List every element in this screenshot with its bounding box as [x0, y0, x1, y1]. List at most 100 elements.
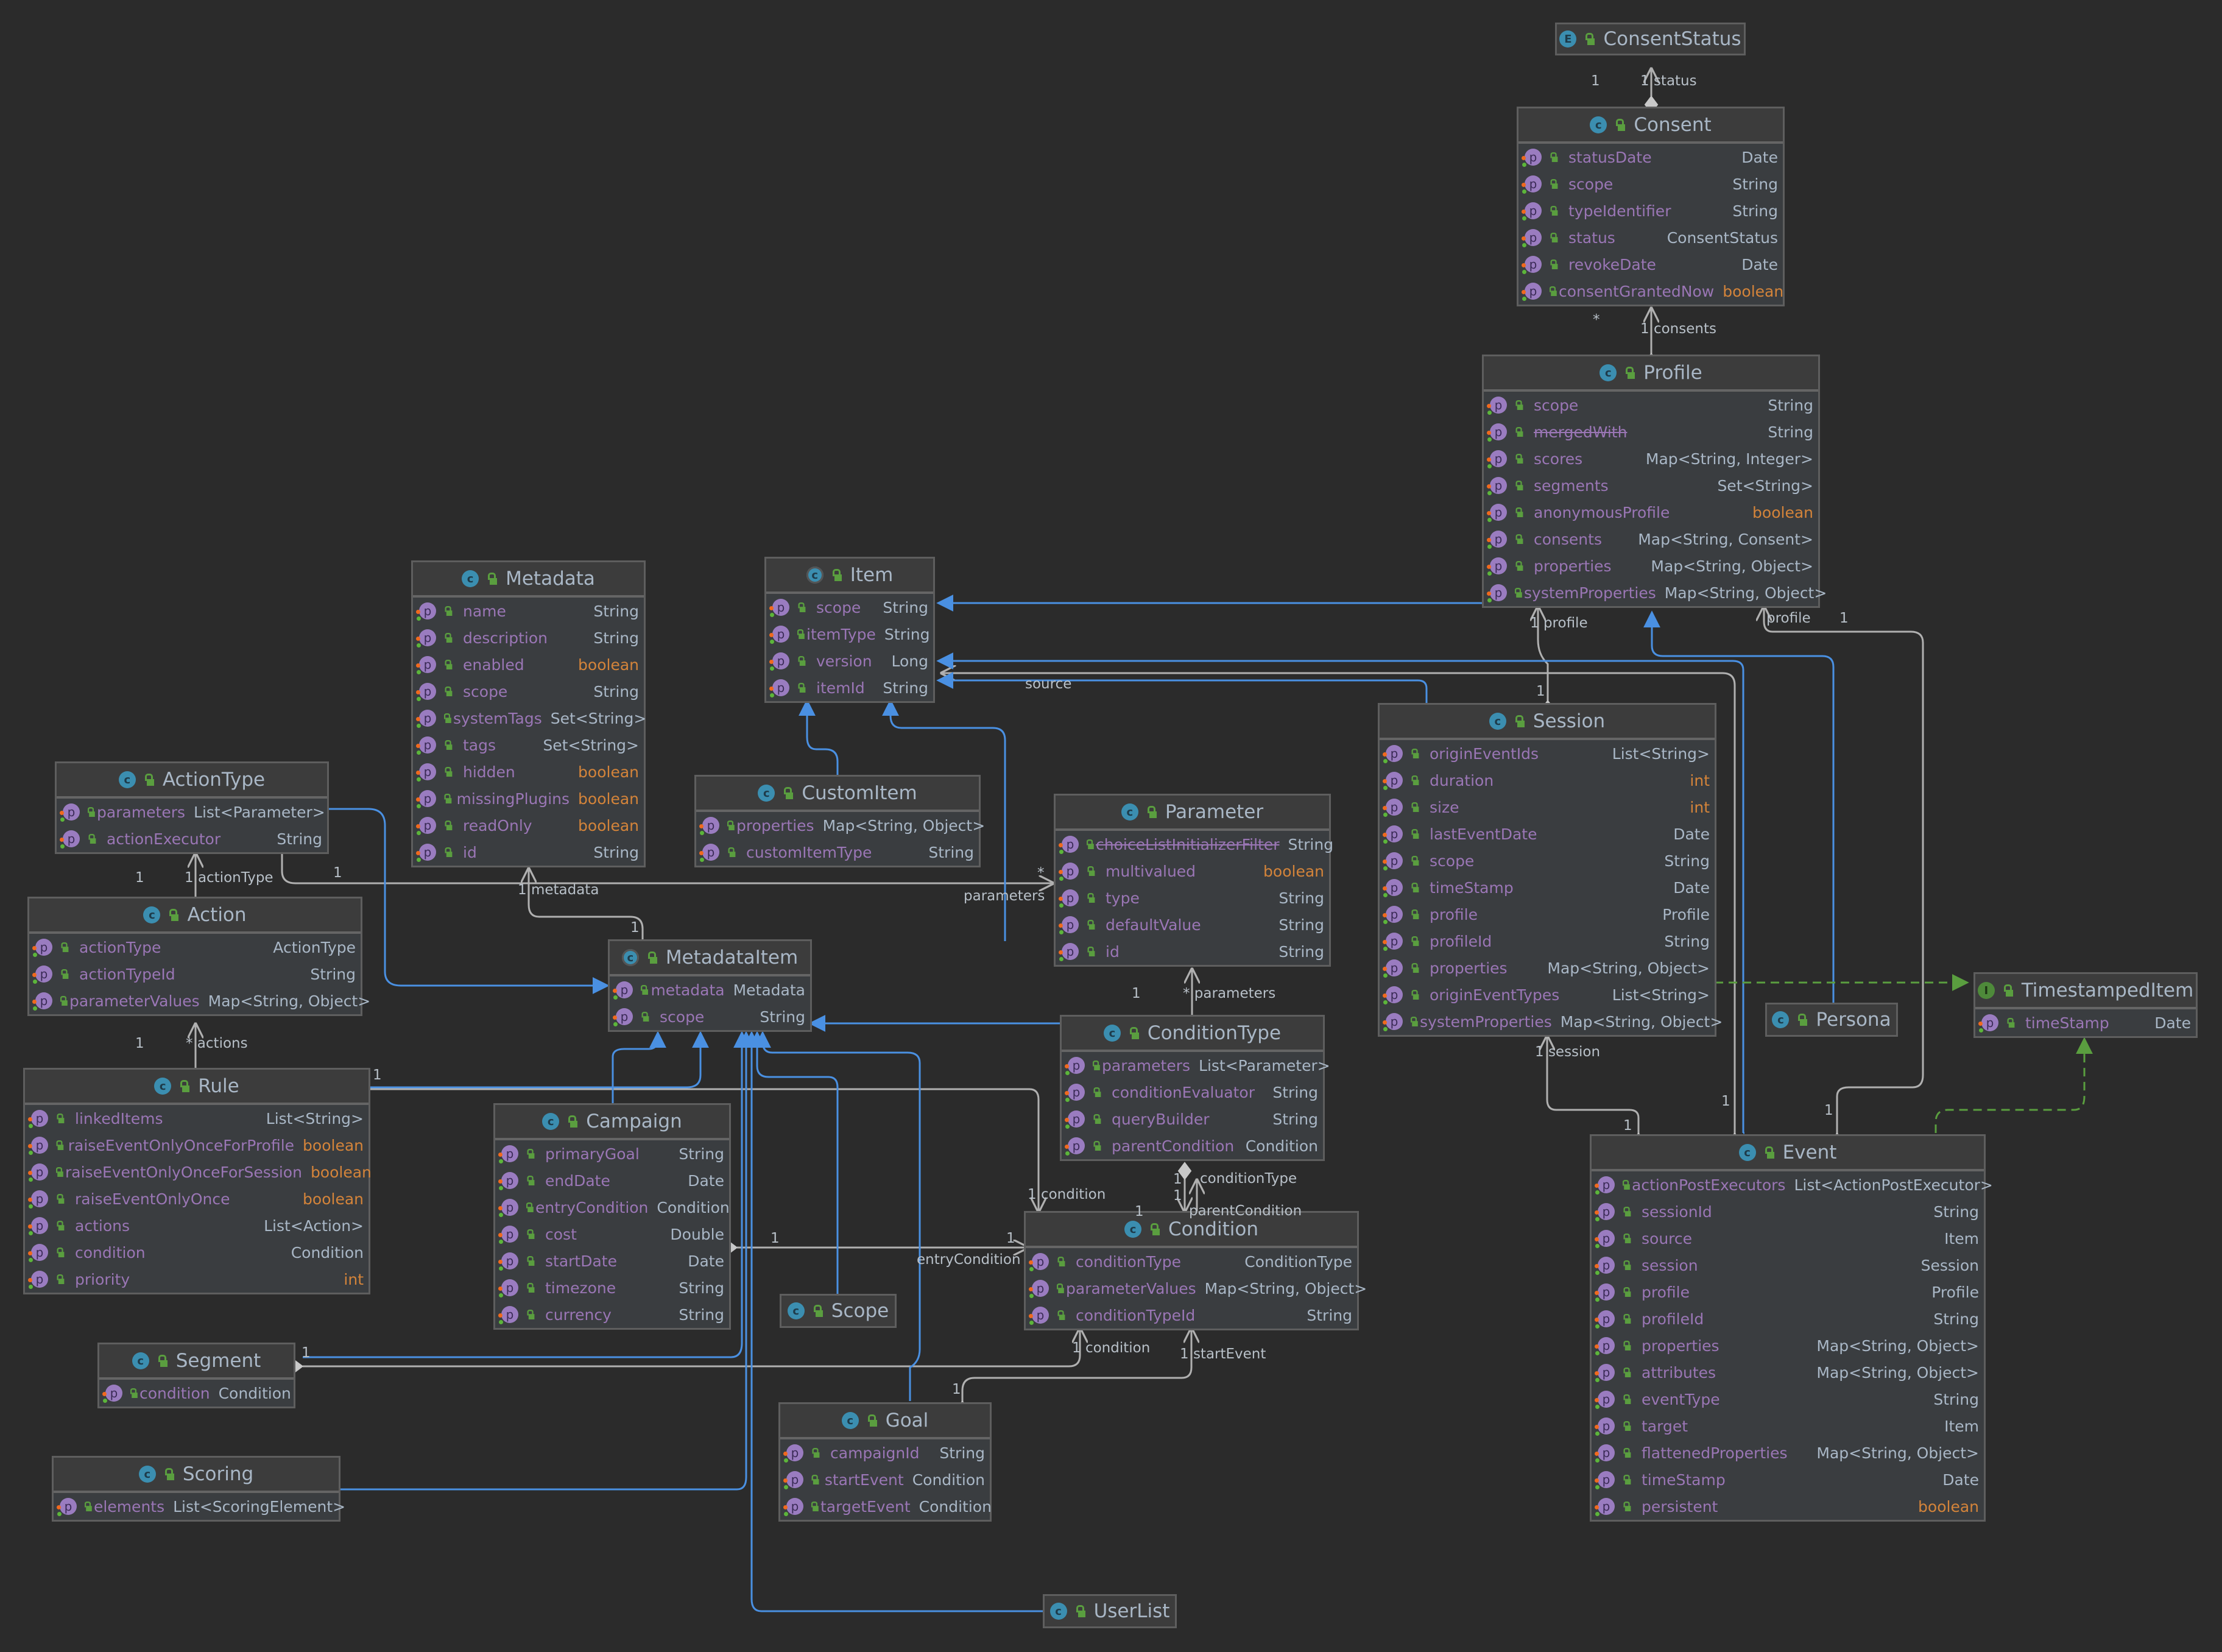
field-row[interactable]: p systemProperties Map<String, Object> — [1380, 1008, 1723, 1035]
field-row[interactable]: p raiseEventOnlyOnceForProfile boolean — [25, 1132, 369, 1159]
field-row[interactable]: p persistent boolean — [1592, 1493, 1984, 1520]
field-row[interactable]: p cost Double — [495, 1221, 729, 1248]
field-row[interactable]: p typeIdentifier String — [1518, 197, 1783, 224]
field-row[interactable]: p source Item — [1592, 1225, 1984, 1252]
field-row[interactable]: p parentCondition Condition — [1062, 1132, 1323, 1159]
field-row[interactable]: p condition Condition — [25, 1239, 369, 1266]
field-row[interactable]: p metadata Metadata — [610, 976, 810, 1003]
class-persona[interactable]: c Persona — [1765, 1003, 1898, 1037]
field-row[interactable]: p originEventIds List<String> — [1380, 740, 1715, 767]
field-row[interactable]: p size int — [1380, 794, 1715, 821]
field-row[interactable]: p customItemType String — [696, 839, 979, 866]
class-segment[interactable]: c Segment p condition Condition — [97, 1343, 295, 1408]
field-row[interactable]: p priority int — [25, 1266, 369, 1293]
field-row[interactable]: p lastEventDate Date — [1380, 821, 1715, 847]
field-row[interactable]: p scores Map<String, Integer> — [1484, 445, 1818, 472]
field-row[interactable]: p consents Map<String, Consent> — [1484, 526, 1818, 552]
field-row[interactable]: p properties Map<String, Object> — [1380, 955, 1715, 981]
field-row[interactable]: p scope String — [1380, 847, 1715, 874]
field-row[interactable]: p startEvent Condition — [780, 1466, 990, 1493]
class-item[interactable]: c Item p scope String p itemType String p versio… — [764, 557, 935, 703]
field-row[interactable]: p flattenedProperties Map<String, Object> — [1592, 1439, 1984, 1466]
class-session[interactable]: c Session p originEventIds List<String> p dur… — [1378, 703, 1723, 1037]
field-row[interactable]: p raiseEventOnlyOnceForSession boolean — [25, 1159, 372, 1185]
field-row[interactable]: p mergedWith String — [1484, 418, 1818, 445]
field-row[interactable]: p parameters List<Parameter> — [1062, 1052, 1330, 1079]
field-row[interactable]: p target Item — [1592, 1413, 1984, 1439]
field-row[interactable]: p campaignId String — [780, 1439, 990, 1466]
class-timestampeditem[interactable]: I TimestampedItem p timeStamp Date — [1973, 972, 2198, 1038]
field-row[interactable]: p originEventTypes List<String> — [1380, 981, 1715, 1008]
field-row[interactable]: p actionExecutor String — [57, 825, 327, 852]
field-row[interactable]: p profile Profile — [1592, 1279, 1984, 1305]
class-parameter[interactable]: c Parameter p choiceListInitializerFilter S… — [1054, 794, 1333, 967]
class-consent[interactable]: c Consent p statusDate Date p scope String p typ… — [1517, 107, 1785, 306]
field-row[interactable]: p timeStamp Date — [1975, 1009, 2196, 1036]
field-row[interactable]: p hidden boolean — [413, 758, 644, 785]
field-row[interactable]: p choiceListInitializerFilter String — [1056, 831, 1333, 858]
field-row[interactable]: p enabled boolean — [413, 651, 644, 678]
field-row[interactable]: p scope String — [413, 678, 644, 705]
field-row[interactable]: p scope String — [610, 1003, 810, 1030]
field-row[interactable]: p parameterValues Map<String, Object> — [1026, 1275, 1367, 1302]
field-row[interactable]: p properties Map<String, Object> — [1592, 1332, 1984, 1359]
field-row[interactable]: p scope String — [1518, 171, 1783, 197]
field-row[interactable]: p status ConsentStatus — [1518, 224, 1783, 251]
class-condition[interactable]: c Condition p conditionType ConditionType p p… — [1024, 1211, 1367, 1330]
field-row[interactable]: p entryCondition Condition — [495, 1194, 730, 1221]
class-metadata[interactable]: c Metadata p name String p description String p… — [411, 560, 646, 867]
field-row[interactable]: p missingPlugins boolean — [413, 785, 644, 812]
field-row[interactable]: p sessionId String — [1592, 1198, 1984, 1225]
class-scoring[interactable]: c Scoring p elements List<ScoringElement> — [52, 1456, 345, 1522]
field-row[interactable]: p anonymousProfile boolean — [1484, 499, 1818, 526]
field-row[interactable]: p timeStamp Date — [1380, 874, 1715, 901]
field-row[interactable]: p targetEvent Condition — [780, 1493, 992, 1520]
field-row[interactable]: p primaryGoal String — [495, 1140, 729, 1167]
class-userlist[interactable]: c UserList — [1043, 1594, 1177, 1628]
field-row[interactable]: p raiseEventOnlyOnce boolean — [25, 1185, 369, 1212]
class-metadataitem[interactable]: c MetadataItem p metadata Metadata p scope Str… — [608, 939, 812, 1032]
field-row[interactable]: p eventType String — [1592, 1386, 1984, 1413]
field-row[interactable]: p tags Set<String> — [413, 732, 644, 758]
field-row[interactable]: p profile Profile — [1380, 901, 1715, 928]
field-row[interactable]: p elements List<ScoringElement> — [54, 1493, 345, 1520]
field-row[interactable]: p condition Condition — [99, 1380, 294, 1407]
field-row[interactable]: p scope String — [1484, 392, 1818, 418]
field-row[interactable]: p conditionTypeId String — [1026, 1302, 1357, 1329]
field-row[interactable]: p actionType ActionType — [29, 934, 361, 961]
field-row[interactable]: p endDate Date — [495, 1167, 729, 1194]
field-row[interactable]: p systemProperties Map<String, Object> — [1484, 579, 1827, 606]
field-row[interactable]: p version Long — [766, 648, 933, 674]
field-row[interactable]: p timezone String — [495, 1274, 729, 1301]
field-row[interactable]: p scope String — [766, 594, 933, 621]
field-row[interactable]: p parameterValues Map<String, Object> — [29, 987, 370, 1014]
field-row[interactable]: p id String — [413, 839, 644, 866]
field-row[interactable]: p session Session — [1592, 1252, 1984, 1279]
field-row[interactable]: p consentGrantedNow boolean — [1518, 278, 1783, 305]
field-row[interactable]: p conditionEvaluator String — [1062, 1079, 1323, 1106]
field-row[interactable]: p itemId String — [766, 674, 933, 701]
field-row[interactable]: p name String — [413, 598, 644, 624]
field-row[interactable]: p itemType String — [766, 621, 933, 648]
class-actiontype[interactable]: c ActionType p parameters List<Parameter> p a… — [55, 761, 329, 854]
class-scope[interactable]: c Scope — [780, 1294, 897, 1328]
class-action[interactable]: c Action p actionType ActionType p actionType… — [27, 897, 370, 1016]
field-row[interactable]: p actionTypeId String — [29, 961, 361, 987]
field-row[interactable]: p statusDate Date — [1518, 144, 1783, 171]
field-row[interactable]: p multivalued boolean — [1056, 858, 1329, 884]
class-goal[interactable]: c Goal p campaignId String p startEvent Condit… — [778, 1402, 992, 1522]
field-row[interactable]: p timeStamp Date — [1592, 1466, 1984, 1493]
field-row[interactable]: p properties Map<String, Object> — [1484, 552, 1818, 579]
field-row[interactable]: p conditionType ConditionType — [1026, 1248, 1357, 1275]
class-consentstatus[interactable]: E ConsentStatus — [1555, 23, 1746, 55]
class-event[interactable]: c Event p actionPostExecutors List<ActionPo… — [1590, 1134, 1993, 1522]
field-row[interactable]: p profileId String — [1380, 928, 1715, 955]
field-row[interactable]: p defaultValue String — [1056, 911, 1329, 938]
class-conditiontype[interactable]: c ConditionType p parameters List<Parameter… — [1060, 1015, 1330, 1161]
field-row[interactable]: p properties Map<String, Object> — [696, 812, 985, 839]
field-row[interactable]: p queryBuilder String — [1062, 1106, 1323, 1132]
field-row[interactable]: p actionPostExecutors List<ActionPostExecu… — [1592, 1171, 1993, 1198]
class-customitem[interactable]: c CustomItem p properties Map<String, Objec… — [694, 775, 985, 867]
class-rule[interactable]: c Rule p linkedItems List<String> p raiseEven… — [23, 1068, 372, 1294]
field-row[interactable]: p actions List<Action> — [25, 1212, 369, 1239]
